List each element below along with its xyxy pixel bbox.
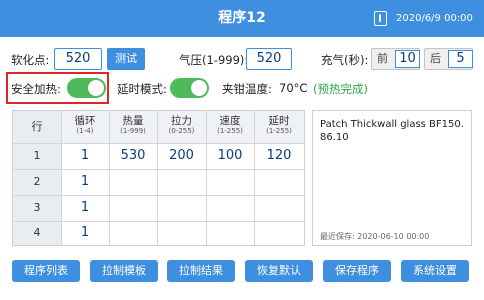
clamp-temp-label: 夹钳温度: bbox=[222, 82, 272, 96]
system-settings-button[interactable]: 系统设置 bbox=[401, 260, 469, 282]
inflate-front-control[interactable]: 前 10 bbox=[371, 48, 420, 70]
safe-heating-toggle[interactable] bbox=[67, 78, 106, 98]
column-label: 速度 bbox=[219, 115, 241, 127]
pull-cell[interactable] bbox=[157, 221, 206, 245]
softening-point-input[interactable]: 520 bbox=[54, 48, 102, 70]
preheat-status: (预热完成) bbox=[313, 82, 368, 96]
row-divider bbox=[13, 221, 304, 222]
column-label: 拉力 bbox=[171, 115, 192, 127]
inflate-front-label: 前 bbox=[377, 52, 388, 65]
pull-cell[interactable] bbox=[157, 169, 206, 195]
table-header: 行 循环 (1-4) 热量 (1-999) 拉力 (0-255) 速度 (1-2… bbox=[13, 111, 304, 143]
delay-cell[interactable] bbox=[254, 195, 304, 221]
cycle-cell[interactable]: 1 bbox=[61, 221, 109, 245]
column-divider bbox=[157, 111, 158, 245]
column-divider bbox=[254, 111, 255, 245]
heat-cell[interactable] bbox=[109, 169, 157, 195]
datetime: 2020/6/9 00:00 bbox=[396, 13, 473, 24]
velocity-cell[interactable]: 100 bbox=[206, 143, 254, 169]
row-divider bbox=[13, 143, 304, 144]
column-divider bbox=[206, 111, 207, 245]
last-saved: 最近保存: 2020-06-10 00:00 bbox=[320, 232, 430, 241]
column-divider bbox=[61, 111, 62, 245]
softening-point-label: 软化点: bbox=[11, 53, 50, 67]
column-header: 速度 (1-255) bbox=[206, 111, 254, 143]
pull-cell[interactable]: 200 bbox=[157, 143, 206, 169]
column-header: 循环 (1-4) bbox=[61, 111, 109, 143]
air-pressure-label: 气压(1-999): bbox=[179, 53, 249, 67]
safe-heating-label: 安全加热: bbox=[11, 82, 61, 96]
column-range: (1-255) bbox=[217, 127, 243, 135]
velocity-cell[interactable] bbox=[206, 169, 254, 195]
column-header: 热量 (1-999) bbox=[109, 111, 157, 143]
column-label: 延时 bbox=[268, 115, 290, 127]
cycle-cell[interactable]: 1 bbox=[61, 169, 109, 195]
row-header: 行 bbox=[13, 111, 61, 143]
toggle-knob bbox=[191, 80, 207, 96]
column-header: 拉力 (0-255) bbox=[157, 111, 206, 143]
row-divider bbox=[13, 195, 304, 196]
cycle-cell[interactable]: 1 bbox=[61, 143, 109, 169]
air-pressure-input[interactable]: 520 bbox=[246, 48, 292, 70]
restore-default-button[interactable]: 恢复默认 bbox=[245, 260, 313, 282]
column-range: (1-999) bbox=[120, 127, 146, 135]
column-header: 延时 (1-255) bbox=[254, 111, 304, 143]
inflate-back-control[interactable]: 后 5 bbox=[424, 48, 473, 70]
table-row: 2 1 bbox=[13, 169, 304, 195]
pull-cell[interactable] bbox=[157, 195, 206, 221]
thermometer-icon[interactable] bbox=[374, 11, 387, 26]
table-row: 3 1 bbox=[13, 195, 304, 221]
row-index: 3 bbox=[13, 195, 61, 221]
inflate-back-label: 后 bbox=[430, 52, 441, 65]
pull-results-button[interactable]: 拉制结果 bbox=[167, 260, 235, 282]
delay-cell[interactable] bbox=[254, 169, 304, 195]
column-range: (0-255) bbox=[168, 127, 195, 135]
column-label: 循环 bbox=[74, 115, 96, 127]
velocity-cell[interactable] bbox=[206, 221, 254, 245]
notes-panel[interactable]: Patch Thickwall glass BF150.86.10 最近保存: … bbox=[312, 110, 472, 246]
row-divider bbox=[13, 169, 304, 170]
inflate-label: 充气(秒): bbox=[321, 53, 369, 67]
pull-template-button[interactable]: 拉制模板 bbox=[90, 260, 158, 282]
row-index: 2 bbox=[13, 169, 61, 195]
test-button[interactable]: 测试 bbox=[107, 48, 145, 70]
column-label: 热量 bbox=[122, 115, 144, 127]
delay-cell[interactable] bbox=[254, 221, 304, 245]
row-index: 4 bbox=[13, 221, 61, 245]
delay-mode-label: 延时模式: bbox=[117, 82, 167, 96]
row-index: 1 bbox=[13, 143, 61, 169]
inflate-front-input[interactable]: 10 bbox=[395, 50, 420, 68]
heat-cell[interactable]: 530 bbox=[109, 143, 157, 169]
clamp-temp-value: 70°C bbox=[279, 81, 308, 95]
column-range: (1-255) bbox=[266, 127, 292, 135]
program-list-button[interactable]: 程序列表 bbox=[12, 260, 80, 282]
inflate-back-input[interactable]: 5 bbox=[448, 50, 473, 68]
column-divider bbox=[109, 111, 110, 245]
column-range: (1-4) bbox=[76, 127, 94, 135]
notes-text[interactable]: Patch Thickwall glass BF150.86.10 bbox=[320, 118, 468, 144]
table-row: 4 1 bbox=[13, 221, 304, 245]
delay-cell[interactable]: 120 bbox=[254, 143, 304, 169]
heat-cell[interactable] bbox=[109, 221, 157, 245]
table-row: 1 1 530 200 100 120 bbox=[13, 143, 304, 169]
toggle-knob bbox=[88, 80, 104, 96]
velocity-cell[interactable] bbox=[206, 195, 254, 221]
program-table: 行 循环 (1-4) 热量 (1-999) 拉力 (0-255) 速度 (1-2… bbox=[12, 110, 305, 246]
delay-mode-toggle[interactable] bbox=[170, 78, 209, 98]
cycle-cell[interactable]: 1 bbox=[61, 195, 109, 221]
save-program-button[interactable]: 保存程序 bbox=[323, 260, 391, 282]
heat-cell[interactable] bbox=[109, 195, 157, 221]
